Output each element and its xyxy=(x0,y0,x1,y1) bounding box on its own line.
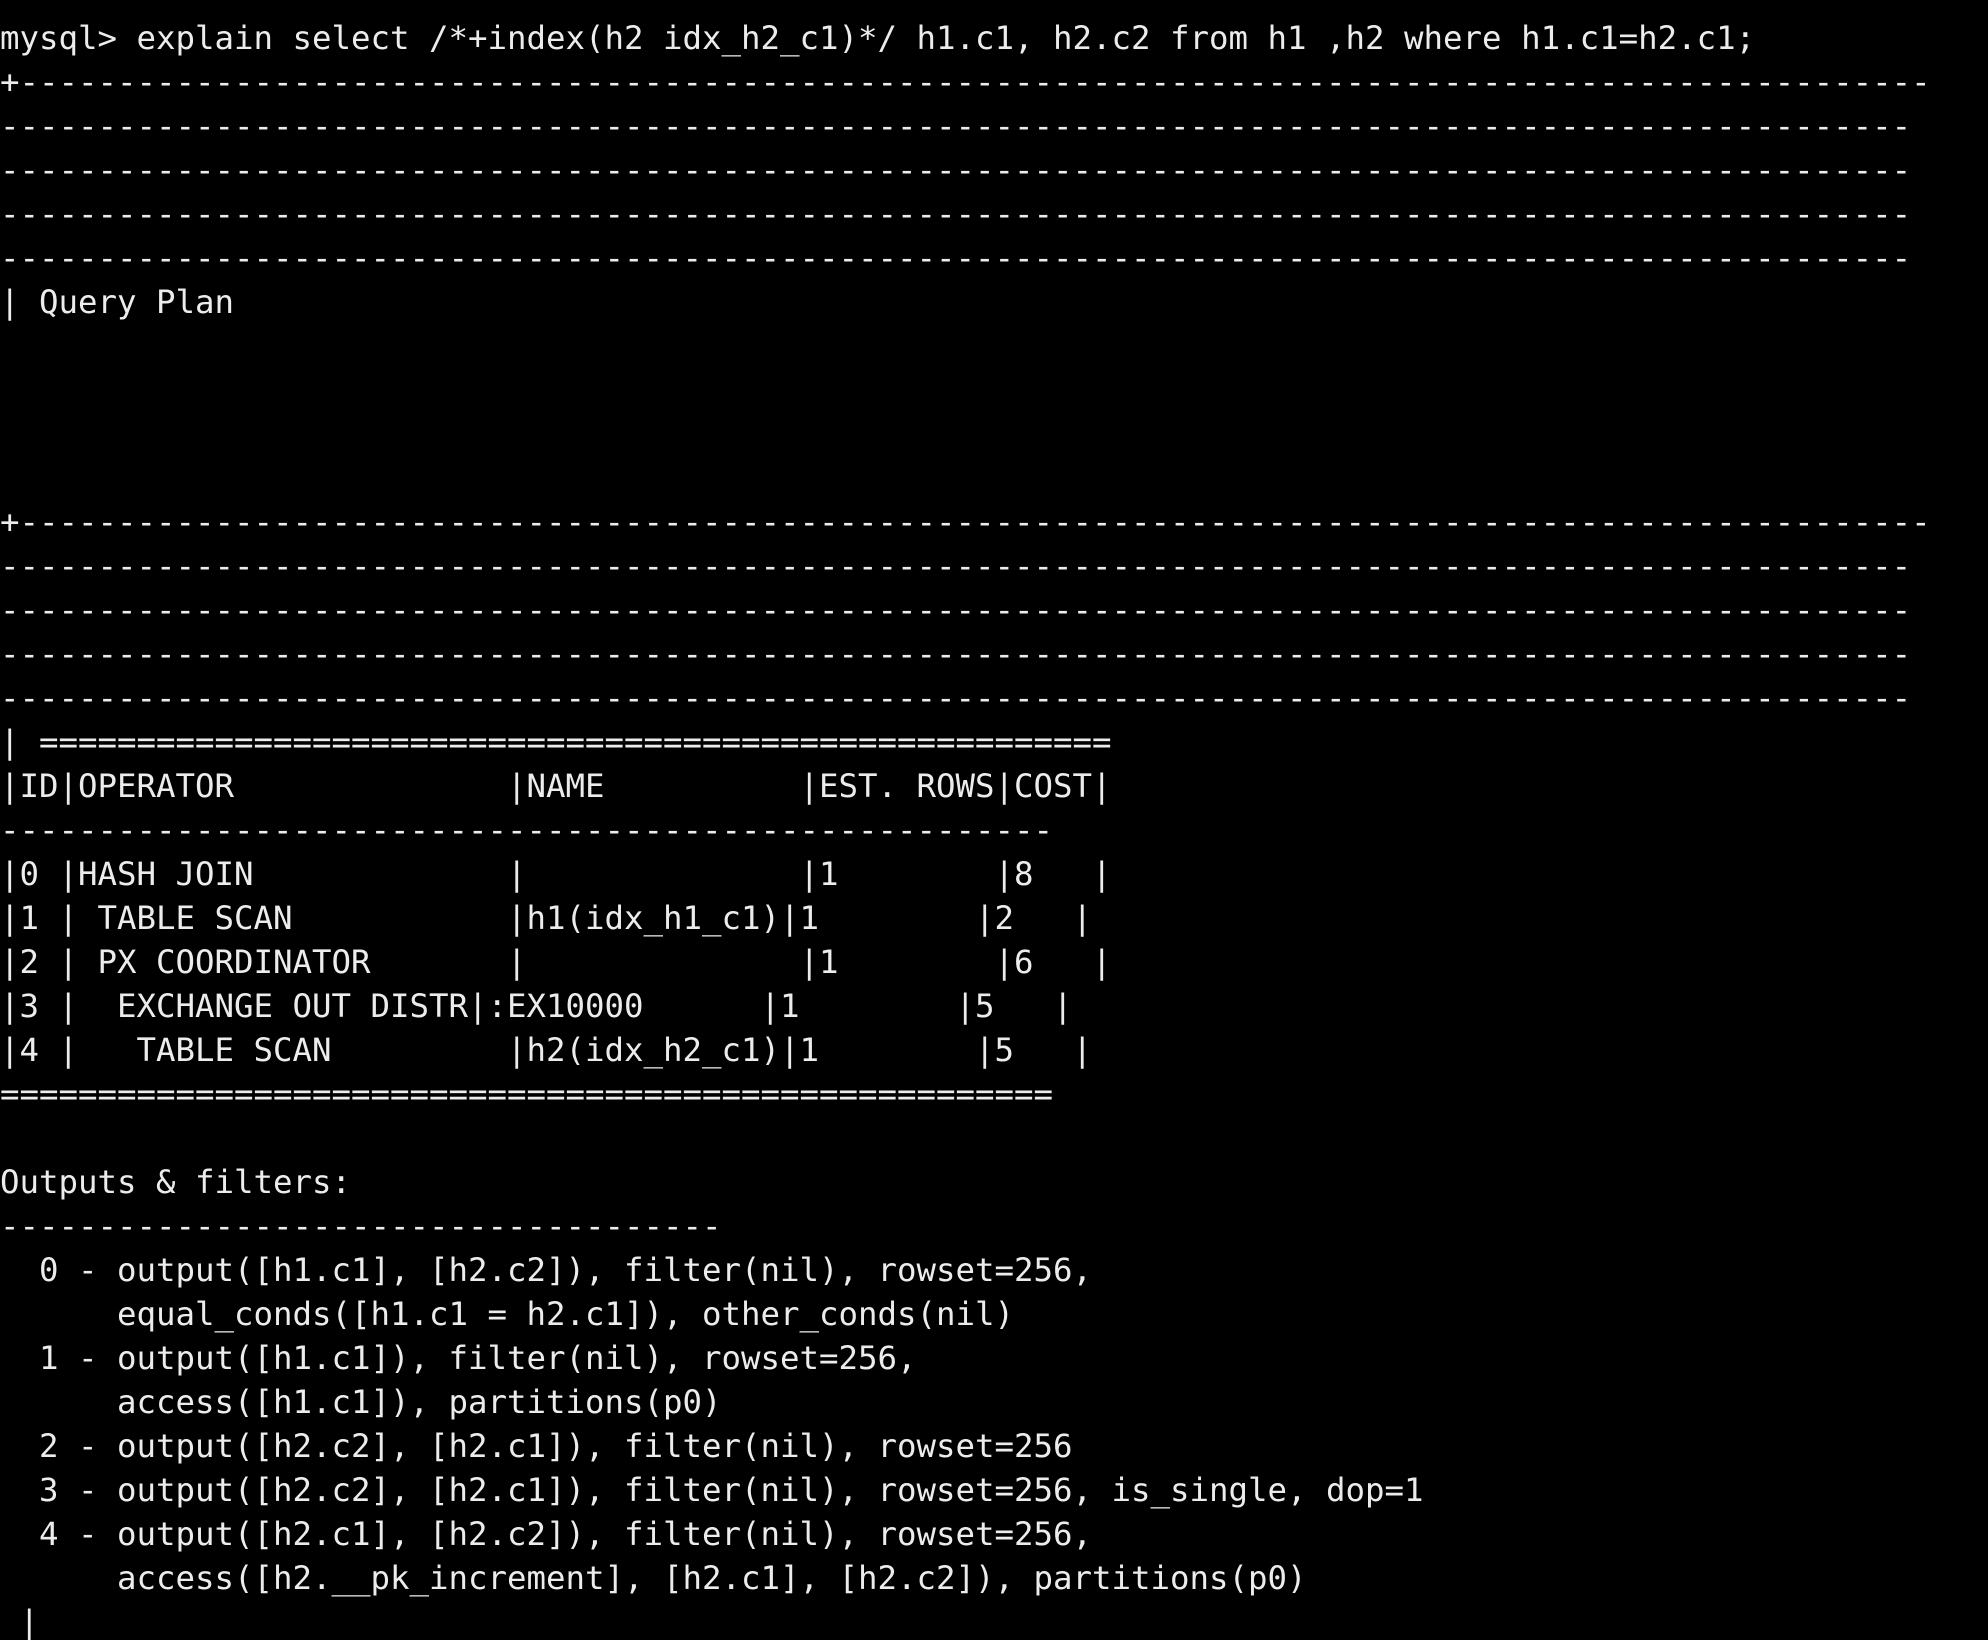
table-border-line: ----------------------------------------… xyxy=(0,151,1912,189)
command-line: mysql> explain select /*+index(h2 idx_h2… xyxy=(0,19,1756,57)
table-border-line: ----------------------------------------… xyxy=(0,107,1912,145)
output-filter-line: 3 - output([h2.c2], [h2.c1]), filter(nil… xyxy=(0,1471,1424,1509)
plan-row: |3 | EXCHANGE OUT DISTR|:EX10000 |1 |5 | xyxy=(0,987,1073,1025)
output-filter-line: 0 - output([h1.c1], [h2.c2]), filter(nil… xyxy=(0,1251,1093,1289)
plan-row: |0 |HASH JOIN | |1 |8 | xyxy=(0,855,1112,893)
table-border-line: +---------------------------------------… xyxy=(0,503,1931,541)
cursor-line: | xyxy=(0,1603,40,1640)
plan-header-rule: ----------------------------------------… xyxy=(0,811,1054,849)
table-border-line: ----------------------------------------… xyxy=(0,679,1912,717)
table-border-line: ----------------------------------------… xyxy=(0,591,1912,629)
outputs-filters-rule: ------------------------------------- xyxy=(0,1207,722,1245)
output-filter-line: 2 - output([h2.c2], [h2.c1]), filter(nil… xyxy=(0,1427,1073,1465)
plan-row: |4 | TABLE SCAN |h2(idx_h2_c1)|1 |5 | xyxy=(0,1031,1093,1069)
plan-bottom-rule: ========================================… xyxy=(0,1075,1054,1113)
plan-column-headers: |ID|OPERATOR |NAME |EST. ROWS|COST| xyxy=(0,767,1112,805)
table-border-line: ----------------------------------------… xyxy=(0,547,1912,585)
plan-row: |1 | TABLE SCAN |h1(idx_h1_c1)|1 |2 | xyxy=(0,899,1093,937)
table-border-line: ----------------------------------------… xyxy=(0,239,1912,277)
plan-row: |2 | PX COORDINATOR | |1 |6 | xyxy=(0,943,1112,981)
output-filter-line: access([h1.c1]), partitions(p0) xyxy=(0,1383,722,1421)
plan-top-rule: | ======================================… xyxy=(0,723,1112,761)
output-filter-line: 1 - output([h1.c1]), filter(nil), rowset… xyxy=(0,1339,917,1377)
terminal-output[interactable]: mysql> explain select /*+index(h2 idx_h2… xyxy=(0,0,1988,1640)
output-filter-line: equal_conds([h1.c1 = h2.c1]), other_cond… xyxy=(0,1295,1015,1333)
outputs-filters-heading: Outputs & filters: xyxy=(0,1163,352,1201)
output-filter-line: access([h2.__pk_increment], [h2.c1], [h2… xyxy=(0,1559,1307,1597)
query-plan-header: | Query Plan xyxy=(0,283,235,321)
table-border-line: ----------------------------------------… xyxy=(0,635,1912,673)
table-border-line: ----------------------------------------… xyxy=(0,195,1912,233)
table-border-line: +---------------------------------------… xyxy=(0,63,1931,101)
output-filter-line: 4 - output([h2.c1], [h2.c2]), filter(nil… xyxy=(0,1515,1093,1553)
